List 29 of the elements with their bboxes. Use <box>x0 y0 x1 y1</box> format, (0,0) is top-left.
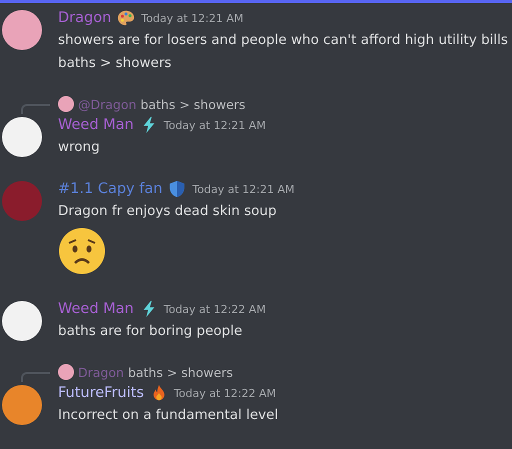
reply-text[interactable]: baths > showers <box>140 96 246 112</box>
avatar[interactable] <box>2 10 42 50</box>
message-text: wrong <box>58 138 101 157</box>
message-text: Incorrect on a fundamental level <box>58 406 278 425</box>
username[interactable]: FutureFruits <box>58 385 144 401</box>
reply-text[interactable]: baths > showers <box>128 364 233 380</box>
shield-icon <box>168 180 186 198</box>
timestamp: Today at 12:21 AM <box>164 118 266 132</box>
reply-spine <box>21 372 50 382</box>
timestamp: Today at 12:21 AM <box>141 12 244 24</box>
message-text: showers are for losers and people who can't afford high utility bills <box>58 31 508 50</box>
message-text: baths > showers <box>58 54 172 73</box>
avatar[interactable] <box>2 117 42 157</box>
reply-author[interactable]: Dragon <box>78 364 124 380</box>
message-text: Dragon fr enjoys dead skin soup <box>58 202 278 221</box>
reply-spine <box>21 104 50 114</box>
avatar[interactable] <box>2 385 42 425</box>
timestamp: Today at 12:21 AM <box>192 182 294 196</box>
message-text: baths are for boring people <box>58 322 244 341</box>
timestamp: Today at 12:22 AM <box>164 302 266 316</box>
worried-face-icon <box>58 227 106 275</box>
username[interactable]: Weed Man <box>58 117 134 133</box>
palette-icon <box>117 9 136 27</box>
timestamp: Today at 12:22 AM <box>174 386 276 400</box>
username[interactable]: Dragon <box>58 10 112 26</box>
username[interactable]: #1.1 Capy fan <box>58 181 162 197</box>
username[interactable]: Weed Man <box>58 301 134 317</box>
reply-author[interactable]: @Dragon <box>78 96 136 112</box>
avatar[interactable] <box>2 301 42 341</box>
